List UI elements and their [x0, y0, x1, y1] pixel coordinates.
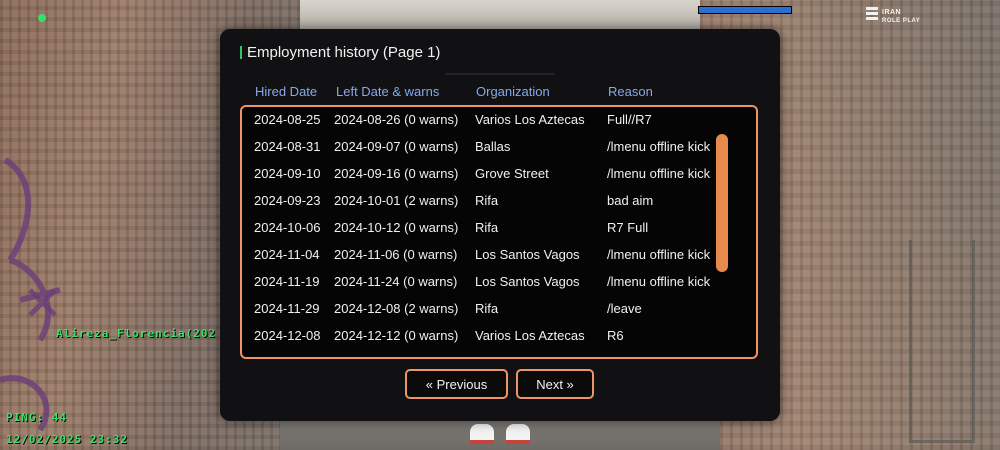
cell-reason: bad aim: [607, 193, 654, 208]
cell-hired-date: 2024-08-25: [254, 112, 321, 127]
column-header-left-date: Left Date & warns: [336, 84, 440, 99]
cell-left-date: 2024-11-24 (0 warns): [334, 274, 458, 289]
table-row[interactable]: 2024-11-04 2024-11-06 (0 warns) Los Sant…: [242, 242, 756, 269]
table-row[interactable]: 2024-09-23 2024-10-01 (2 warns) Rifa bad…: [242, 188, 756, 215]
table-scrollbar[interactable]: [716, 134, 728, 272]
table-row[interactable]: 2024-11-29 2024-12-08 (2 warns) Rifa /le…: [242, 296, 756, 323]
cell-reason: /lmenu offline kick: [607, 139, 711, 154]
cell-reason: /lmenu offline kick: [607, 274, 711, 289]
dialog-title: Employment history (Page 1): [247, 44, 441, 61]
table-row[interactable]: 2024-08-31 2024-09-07 (0 warns) Ballas /…: [242, 134, 756, 161]
cell-left-date: 2024-11-06 (0 warns): [334, 247, 458, 262]
table-row[interactable]: 2024-11-19 2024-11-24 (0 warns) Los Sant…: [242, 269, 756, 296]
cell-reason: R6: [607, 328, 624, 343]
ping-readout: PING: 44: [6, 411, 67, 424]
cell-organization: Grove Street: [475, 166, 549, 181]
table-row[interactable]: 2024-10-06 2024-10-12 (0 warns) Rifa R7 …: [242, 215, 756, 242]
cell-organization: Los Santos Vagos: [475, 247, 580, 262]
employment-history-dialog: Employment history (Page 1) Hired Date L…: [220, 29, 780, 421]
cell-left-date: 2024-12-12 (0 warns): [334, 328, 459, 343]
health-bar: [698, 6, 792, 14]
cell-organization: Ballas: [475, 139, 511, 154]
cell-organization: Los Santos Vagos: [475, 274, 580, 289]
logo-line1: IRAN: [882, 9, 902, 16]
cell-reason: /leave: [607, 301, 642, 316]
cell-hired-date: 2024-11-19: [254, 274, 320, 289]
health-bar-fill: [699, 7, 791, 13]
cell-organization: Varios Los Aztecas: [475, 328, 585, 343]
server-logo: IRAN ROLE PLAY: [866, 6, 936, 28]
cell-hired-date: 2024-09-10: [254, 166, 321, 181]
cell-left-date: 2024-08-26 (0 warns): [334, 112, 459, 127]
cell-left-date: 2024-10-12 (0 warns): [334, 220, 459, 235]
cell-organization: Varios Los Aztecas: [475, 112, 585, 127]
player-nametag: Alireza_Florencia(202: [56, 327, 217, 340]
column-header-reason: Reason: [608, 84, 653, 99]
table-row[interactable]: 2024-08-25 2024-08-26 (0 warns) Varios L…: [242, 107, 756, 134]
logo-mark-icon: [866, 7, 878, 25]
cell-hired-date: 2024-10-06: [254, 220, 321, 235]
cell-organization: Rifa: [475, 220, 499, 235]
cell-left-date: 2024-10-01 (2 warns): [334, 193, 459, 208]
history-table[interactable]: 2024-08-25 2024-08-26 (0 warns) Varios L…: [240, 105, 758, 359]
player-shoes: [468, 420, 532, 444]
column-header-hired-date: Hired Date: [255, 84, 318, 99]
cell-hired-date: 2024-12-08: [254, 328, 321, 343]
cell-left-date: 2024-12-08 (2 warns): [334, 301, 459, 316]
cell-organization: Rifa: [475, 193, 499, 208]
date-time-readout: 12/02/2025 23:32: [6, 433, 128, 446]
cell-hired-date: 2024-09-23: [254, 193, 321, 208]
title-accent-bar: [240, 46, 242, 59]
cell-hired-date: 2024-11-04: [254, 247, 320, 262]
cell-reason: Full//R7: [607, 112, 652, 127]
table-row[interactable]: 2024-12-08 2024-12-12 (0 warns) Varios L…: [242, 323, 756, 350]
gps-dot-icon: [38, 14, 46, 22]
title-separator: [445, 73, 555, 75]
graffiti-decal: [0, 157, 61, 432]
cell-reason: /lmenu offline kick: [607, 166, 711, 181]
table-row[interactable]: 2024-09-10 2024-09-16 (0 warns) Grove St…: [242, 161, 756, 188]
cell-left-date: 2024-09-16 (0 warns): [334, 166, 459, 181]
wall-pipe: [909, 240, 975, 443]
cell-organization: Rifa: [475, 301, 499, 316]
next-page-button[interactable]: Next »: [516, 369, 594, 399]
logo-line2: ROLE PLAY: [882, 18, 921, 24]
cell-hired-date: 2024-08-31: [254, 139, 321, 154]
cell-hired-date: 2024-11-29: [254, 301, 320, 316]
cell-left-date: 2024-09-07 (0 warns): [334, 139, 459, 154]
cell-reason: R7 Full: [607, 220, 649, 235]
column-header-organization: Organization: [476, 84, 550, 99]
cell-reason: /lmenu offline kick: [607, 247, 711, 262]
previous-page-button[interactable]: « Previous: [405, 369, 508, 399]
